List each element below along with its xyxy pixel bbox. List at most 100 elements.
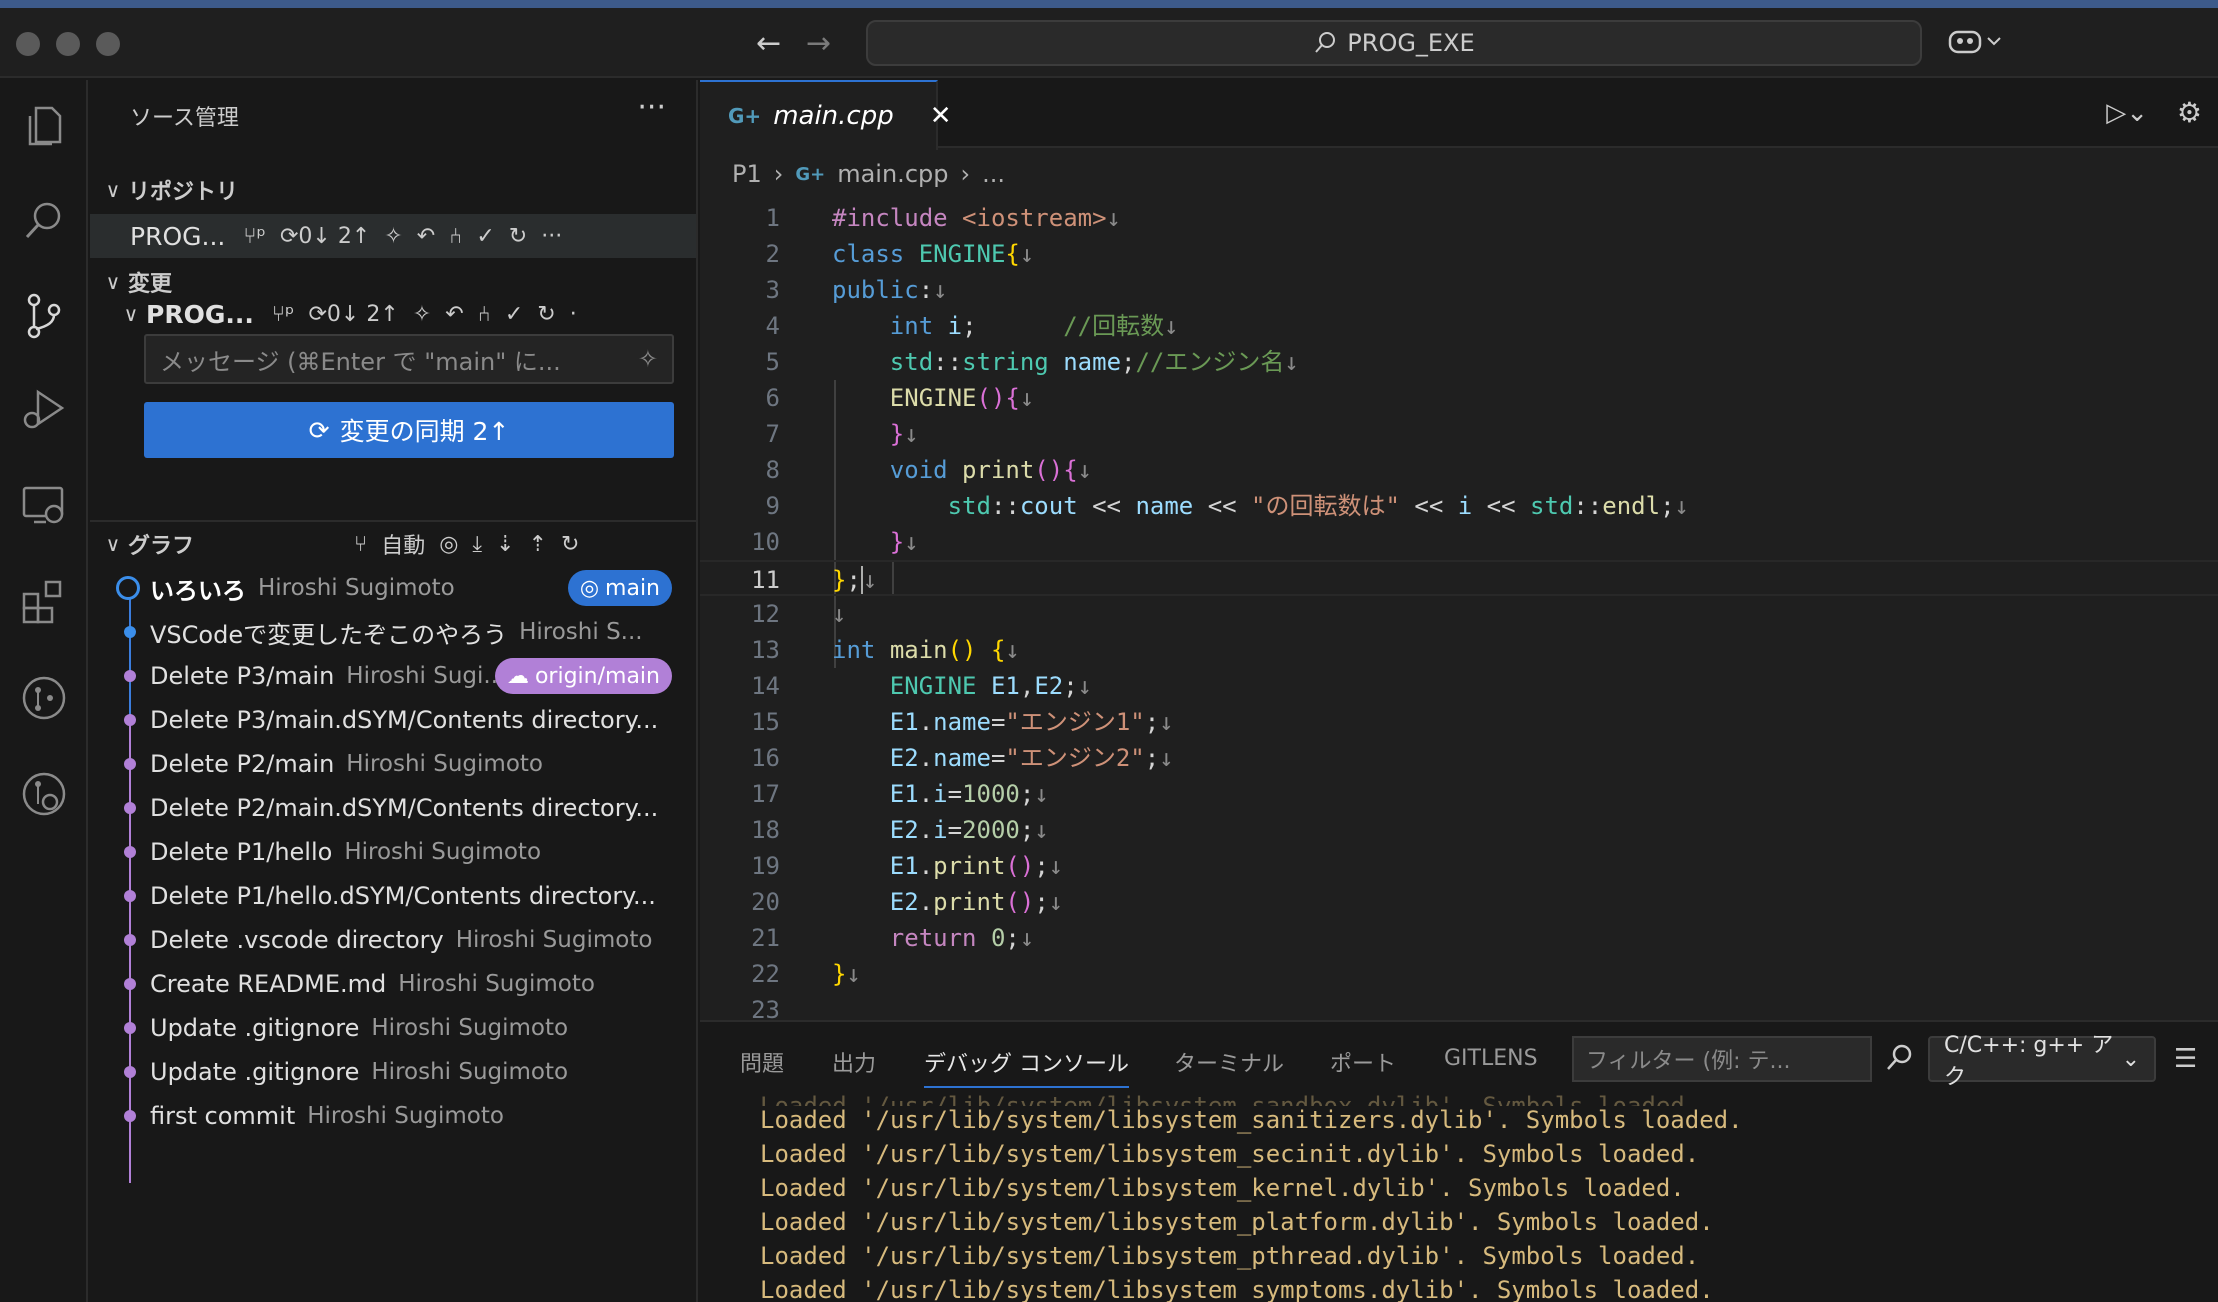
forward-arrow-icon[interactable]: → [806,26,831,62]
code-line: 21 return 0;↓ [751,924,1035,952]
commit-message: いろいろ [150,576,246,605]
undo-commit-icon[interactable]: ↶ [417,224,435,249]
commit-message: Create README.md [150,970,387,998]
editor-area: G+ main.cpp ✕ ▷⌄ ⚙ P1 › G+ main.cpp › ..… [700,80,2218,1024]
console-line: Loaded '/usr/lib/system/libsystem_pthrea… [760,1242,1700,1270]
repositories-section-label: リポジトリ [128,180,239,205]
remote-explorer-icon[interactable] [14,476,74,536]
debug-config-label: C/C++: g++ アク [1944,1033,2114,1090]
tab-debug-console[interactable]: デバッグ コンソール [924,1046,1129,1088]
branch-icon[interactable]: ⑂ᵖ [272,302,295,327]
commit-dot [124,626,136,638]
tab-terminal[interactable]: ターミナル [1174,1046,1284,1078]
graph-commit-row[interactable]: Delete P2/main Hiroshi Sugimoto [90,742,696,786]
commit-check-icon[interactable]: ✓ [505,302,523,327]
sparkle-icon[interactable]: ✧ [384,224,402,249]
tab-main-cpp[interactable]: G+ main.cpp ✕ [700,80,952,150]
breadcrumb-folder[interactable]: P1 [732,160,762,188]
graph-auto-label[interactable]: 自動 [381,528,425,560]
graph-commit-row[interactable]: first commit Hiroshi Sugimoto [90,1094,696,1138]
filter-input[interactable]: フィルター (例: テ... [1572,1036,1872,1082]
title-bar: ← → PROG_EXE [0,0,2218,78]
chevron-down-icon: ∨ [105,178,121,202]
run-debug-icon[interactable] [14,380,74,440]
repositories-section-header[interactable]: ∨ リポジトリ [90,170,696,210]
more-icon[interactable]: · [570,302,577,327]
more-actions-icon[interactable]: ··· [637,90,666,125]
refresh-icon[interactable]: ↻ [537,302,555,327]
run-debug-dropdown-icon[interactable]: ▷⌄ [2106,98,2148,128]
stash-icon[interactable]: ⑃ [478,302,491,327]
gitlens-icon[interactable] [14,668,74,728]
word-wrap-icon[interactable]: ☰ [2174,1044,2197,1074]
commit-message: Delete P3/main.dSYM/Contents directory..… [150,706,659,734]
repository-name: PROG... [130,221,226,251]
close-window-button[interactable] [16,32,40,56]
graph-commit-row[interactable]: Delete P1/hello.dSYM/Contents directory.… [90,874,696,918]
graph-commit-row[interactable]: Delete .vscode directory Hiroshi Sugimot… [90,918,696,962]
close-icon[interactable]: ✕ [930,101,952,131]
search-icon[interactable] [14,190,74,250]
sync-status[interactable]: ⟳0↓ 2↑ [308,302,398,327]
undo-commit-icon[interactable]: ↶ [445,302,463,327]
remote-branch-badge[interactable]: ☁ origin/main [494,658,672,694]
more-icon[interactable]: ··· [541,224,562,249]
gear-icon[interactable]: ⚙ [2177,96,2202,129]
commit-message: Delete P2/main.dSYM/Contents directory..… [150,794,659,822]
minimize-window-button[interactable] [56,32,80,56]
branch-badge[interactable]: ◎ main [567,570,672,606]
commit-check-icon[interactable]: ✓ [476,224,494,249]
tab-gitlens[interactable]: GITLENS [1444,1046,1538,1071]
code-line: 16 E2.name="エンジン2";↓ [751,744,1174,772]
commit-dot [124,846,136,858]
tab-ports[interactable]: ポート [1330,1046,1396,1078]
explorer-icon[interactable] [14,96,74,156]
sparkle-icon[interactable]: ✧ [413,302,431,327]
graph-section-header[interactable]: ∨ グラフ ⑂ 自動 ◎ ⤓ ⇣ ⇡ ↻ [90,524,696,564]
zoom-window-button[interactable] [96,32,120,56]
graph-commit-row[interactable]: Delete P2/main.dSYM/Contents directory..… [90,786,696,830]
gitlens-inspect-icon[interactable] [14,764,74,824]
tab-problems[interactable]: 問題 [740,1046,784,1078]
refresh-icon[interactable]: ↻ [561,532,579,557]
graph-commit-row[interactable]: Create README.md Hiroshi Sugimoto [90,962,696,1006]
graph-commit-row[interactable]: Update .gitignore Hiroshi Sugimoto [90,1006,696,1050]
refresh-icon[interactable]: ↻ [509,224,527,249]
extensions-icon[interactable] [14,572,74,632]
graph-commit-row[interactable]: Update .gitignore Hiroshi Sugimoto [90,1050,696,1094]
graph-commit-row[interactable]: VSCodeで変更したぞこのやろう Hiroshi S... [90,610,696,654]
pull-icon[interactable]: ⇣ [496,532,514,557]
changes-repo-row[interactable]: ∨ PROG... ⑂ᵖ ⟳0↓ 2↑ ✧ ↶ ⑃ ✓ ↻ · [90,292,696,336]
sparkle-icon[interactable]: ✧ [638,345,658,373]
back-arrow-icon[interactable]: ← [756,26,781,62]
sync-changes-button[interactable]: ⟳ 変更の同期 2↑ [144,402,674,458]
debug-config-select[interactable]: C/C++: g++ アク ⌄ [1928,1033,2156,1090]
tab-output[interactable]: 出力 [832,1046,876,1078]
push-icon[interactable]: ⇡ [529,532,547,557]
command-center-search[interactable]: PROG_EXE [866,20,1922,66]
repository-row[interactable]: PROG... ⑂ᵖ ⟳0↓ 2↑ ✧ ↶ ⑃ ✓ ↻ ··· [90,214,696,258]
sync-status[interactable]: ⟳0↓ 2↑ [280,224,370,249]
commit-author: Hiroshi Sugimoto [398,971,595,997]
copilot-icon[interactable] [1948,26,2008,63]
stash-icon[interactable]: ⑃ [449,224,462,249]
breadcrumb-symbol[interactable]: ... [982,160,1005,188]
chevron-down-icon: ⌄ [2121,1046,2140,1072]
code-line: 8 void print(){↓ [765,456,1093,484]
commit-author: Hiroshi Sugimoto [344,839,542,865]
branch-icon[interactable]: ⑂ [354,532,367,557]
breadcrumb-file[interactable]: main.cpp [837,160,948,188]
graph-commit-row[interactable]: Delete P3/main.dSYM/Contents directory..… [90,698,696,742]
graph-commit-row[interactable]: Delete P1/hello Hiroshi Sugimoto [90,830,696,874]
commit-message-input[interactable]: メッセージ (⌘Enter で "main" に... ✧ [144,334,674,384]
branch-icon[interactable]: ⑂ᵖ [243,224,266,249]
bottom-panel: 問題 出力 デバッグ コンソール ターミナル ポート GITLENS フィルター… [700,1020,2218,1302]
sync-counts: 0↓ 2↑ [298,223,371,249]
graph-commit-row[interactable]: いろいろ Hiroshi Sugimoto ◎ main [90,566,696,610]
fetch-icon[interactable]: ⤓ [472,532,482,557]
search-icon[interactable] [1884,1042,1914,1076]
graph-commit-row[interactable]: Delete P3/main Hiroshi Sugi... ☁ origin/m… [90,654,696,698]
source-control-icon[interactable] [14,286,74,346]
target-icon[interactable]: ◎ [439,532,458,557]
editor-tab-bar: G+ main.cpp ✕ ▷⌄ ⚙ [700,80,2218,150]
